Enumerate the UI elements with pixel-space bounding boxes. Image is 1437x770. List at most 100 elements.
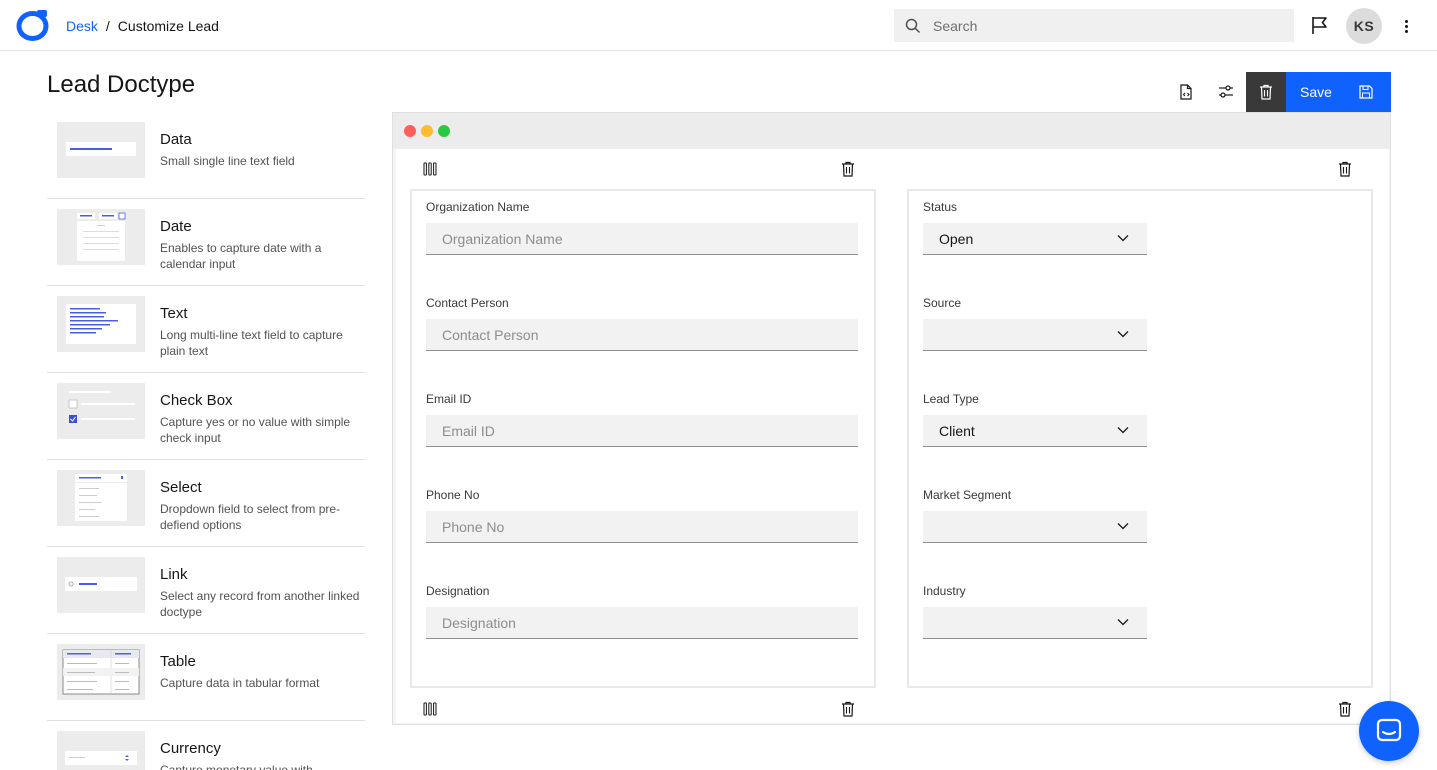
field-palette: Data Small single line text field Date E…: [47, 112, 365, 770]
delete-button[interactable]: [1246, 72, 1286, 112]
palette-item-desc: Long multi-line text field to capture pl…: [160, 328, 343, 358]
overflow-menu-icon[interactable]: [1399, 16, 1413, 36]
palette-item-desc: Enables to capture date with a calendar …: [160, 241, 322, 271]
field-label: Phone No: [426, 488, 480, 502]
lead-type-select[interactable]: Client: [923, 415, 1147, 447]
status-select[interactable]: Open: [923, 223, 1147, 255]
text-field-thumb-icon: [57, 296, 145, 352]
form-column-right: Status Open Source Lead Type Client Mark…: [907, 189, 1373, 688]
field-label: Organization Name: [426, 200, 530, 214]
field-phone-no: Phone No: [426, 488, 858, 543]
palette-item-select[interactable]: Select Dropdown field to select from pre…: [47, 460, 365, 547]
breadcrumb: Desk / Customize Lead: [66, 18, 219, 34]
field-label: Industry: [923, 584, 966, 598]
date-field-thumb-icon: [57, 209, 145, 265]
palette-item-name: Text: [160, 305, 188, 322]
data-field-thumb-icon: [57, 122, 145, 178]
page-title: Lead Doctype: [47, 71, 196, 98]
palette-item-desc: Small single line text field: [160, 154, 295, 168]
palette-item-date[interactable]: Date Enables to capture date with a cale…: [47, 199, 365, 286]
link-field-thumb-icon: [57, 557, 145, 613]
palette-item-name: Date: [160, 218, 192, 235]
palette-item-currency[interactable]: Currency Capture monetary value with: [47, 721, 365, 770]
top-bar: Desk / Customize Lead KS: [0, 0, 1437, 51]
contact-person-input[interactable]: [426, 319, 858, 351]
window-maximize-dot: [438, 125, 450, 137]
delete-column-trash-icon[interactable]: [840, 161, 856, 177]
phone-no-input[interactable]: [426, 511, 858, 543]
chevron-down-icon: [1117, 331, 1129, 338]
field-label: Status: [923, 200, 958, 214]
field-label: Lead Type: [923, 392, 979, 406]
palette-item-name: Currency: [160, 740, 221, 757]
field-contact-person: Contact Person: [426, 296, 858, 351]
organization-name-input[interactable]: [426, 223, 858, 255]
search-icon: [905, 18, 921, 33]
field-label: Designation: [426, 584, 490, 598]
palette-item-data[interactable]: Data Small single line text field: [47, 112, 365, 199]
form-canvas: Organization Name Contact Person Email I…: [392, 112, 1391, 725]
chat-launcher-button[interactable]: [1359, 701, 1419, 761]
drag-handle-icon[interactable]: [422, 161, 438, 177]
field-source: Source: [923, 296, 1147, 351]
palette-item-name: Table: [160, 653, 196, 670]
settings-button[interactable]: [1206, 72, 1246, 112]
form-column-left: Organization Name Contact Person Email I…: [410, 189, 876, 688]
field-label: Email ID: [426, 392, 472, 406]
delete-column-trash-icon[interactable]: [1337, 701, 1353, 717]
palette-item-desc: Capture yes or no value with simple chec…: [160, 415, 351, 445]
search-box[interactable]: [894, 9, 1294, 42]
breadcrumb-current: Customize Lead: [117, 18, 219, 34]
select-value: Open: [939, 230, 974, 247]
palette-item-link[interactable]: Link Select any record from another link…: [47, 547, 365, 634]
breadcrumb-separator: /: [105, 18, 110, 34]
window-title-bar: [393, 113, 1390, 149]
field-lead-type: Lead Type Client: [923, 392, 1147, 447]
palette-item-desc: Select any record from another linked do…: [160, 589, 360, 619]
view-code-button[interactable]: [1166, 72, 1206, 112]
trash-icon: [1260, 84, 1272, 100]
sliders-icon: [1219, 85, 1233, 98]
search-input[interactable]: [933, 17, 1273, 34]
delete-column-trash-icon[interactable]: [840, 701, 856, 717]
industry-select[interactable]: [923, 607, 1147, 639]
window-minimize-dot: [421, 125, 433, 137]
table-field-thumb-icon: [57, 644, 145, 700]
chevron-down-icon: [1117, 427, 1129, 434]
palette-item-text[interactable]: Text Long multi-line text field to captu…: [47, 286, 365, 373]
select-value: Client: [939, 422, 975, 439]
user-avatar[interactable]: KS: [1346, 8, 1382, 44]
checkbox-field-thumb-icon: [57, 383, 145, 439]
save-button[interactable]: Save: [1286, 72, 1391, 112]
currency-field-thumb-icon: [57, 731, 145, 770]
field-label: Contact Person: [426, 296, 509, 310]
palette-item-desc: Capture monetary value with: [160, 763, 313, 770]
designation-input[interactable]: [426, 607, 858, 639]
flag-icon[interactable]: [1310, 15, 1330, 35]
app-logo-icon[interactable]: [15, 9, 50, 42]
field-organization-name: Organization Name: [426, 200, 858, 255]
palette-item-desc: Dropdown field to select from pre-defien…: [160, 502, 341, 532]
window-close-dot: [404, 125, 416, 137]
field-status: Status Open: [923, 200, 1147, 255]
field-email-id: Email ID: [426, 392, 858, 447]
palette-item-table[interactable]: Table Capture data in tabular format: [47, 634, 365, 721]
floppy-disk-icon: [1359, 85, 1373, 99]
market-segment-select[interactable]: [923, 511, 1147, 543]
palette-item-checkbox[interactable]: Check Box Capture yes or no value with s…: [47, 373, 365, 460]
field-label: Source: [923, 296, 962, 310]
email-id-input[interactable]: [426, 415, 858, 447]
breadcrumb-desk-link[interactable]: Desk: [66, 18, 98, 34]
chat-icon: [1376, 718, 1402, 742]
select-field-thumb-icon: [57, 470, 145, 526]
palette-item-name: Select: [160, 479, 202, 496]
drag-handle-icon[interactable]: [422, 701, 438, 717]
source-select[interactable]: [923, 319, 1147, 351]
field-label: Market Segment: [923, 488, 1012, 502]
palette-item-name: Check Box: [160, 392, 233, 409]
field-designation: Designation: [426, 584, 858, 639]
field-market-segment: Market Segment: [923, 488, 1147, 543]
delete-column-trash-icon[interactable]: [1337, 161, 1353, 177]
chevron-down-icon: [1117, 235, 1129, 242]
palette-item-name: Link: [160, 566, 188, 583]
